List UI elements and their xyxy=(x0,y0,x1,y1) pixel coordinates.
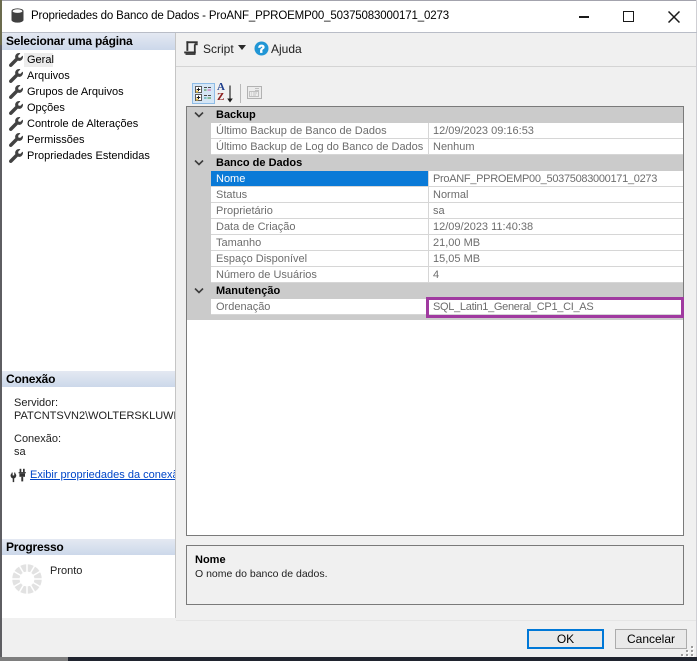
svg-text:?: ? xyxy=(258,43,265,55)
